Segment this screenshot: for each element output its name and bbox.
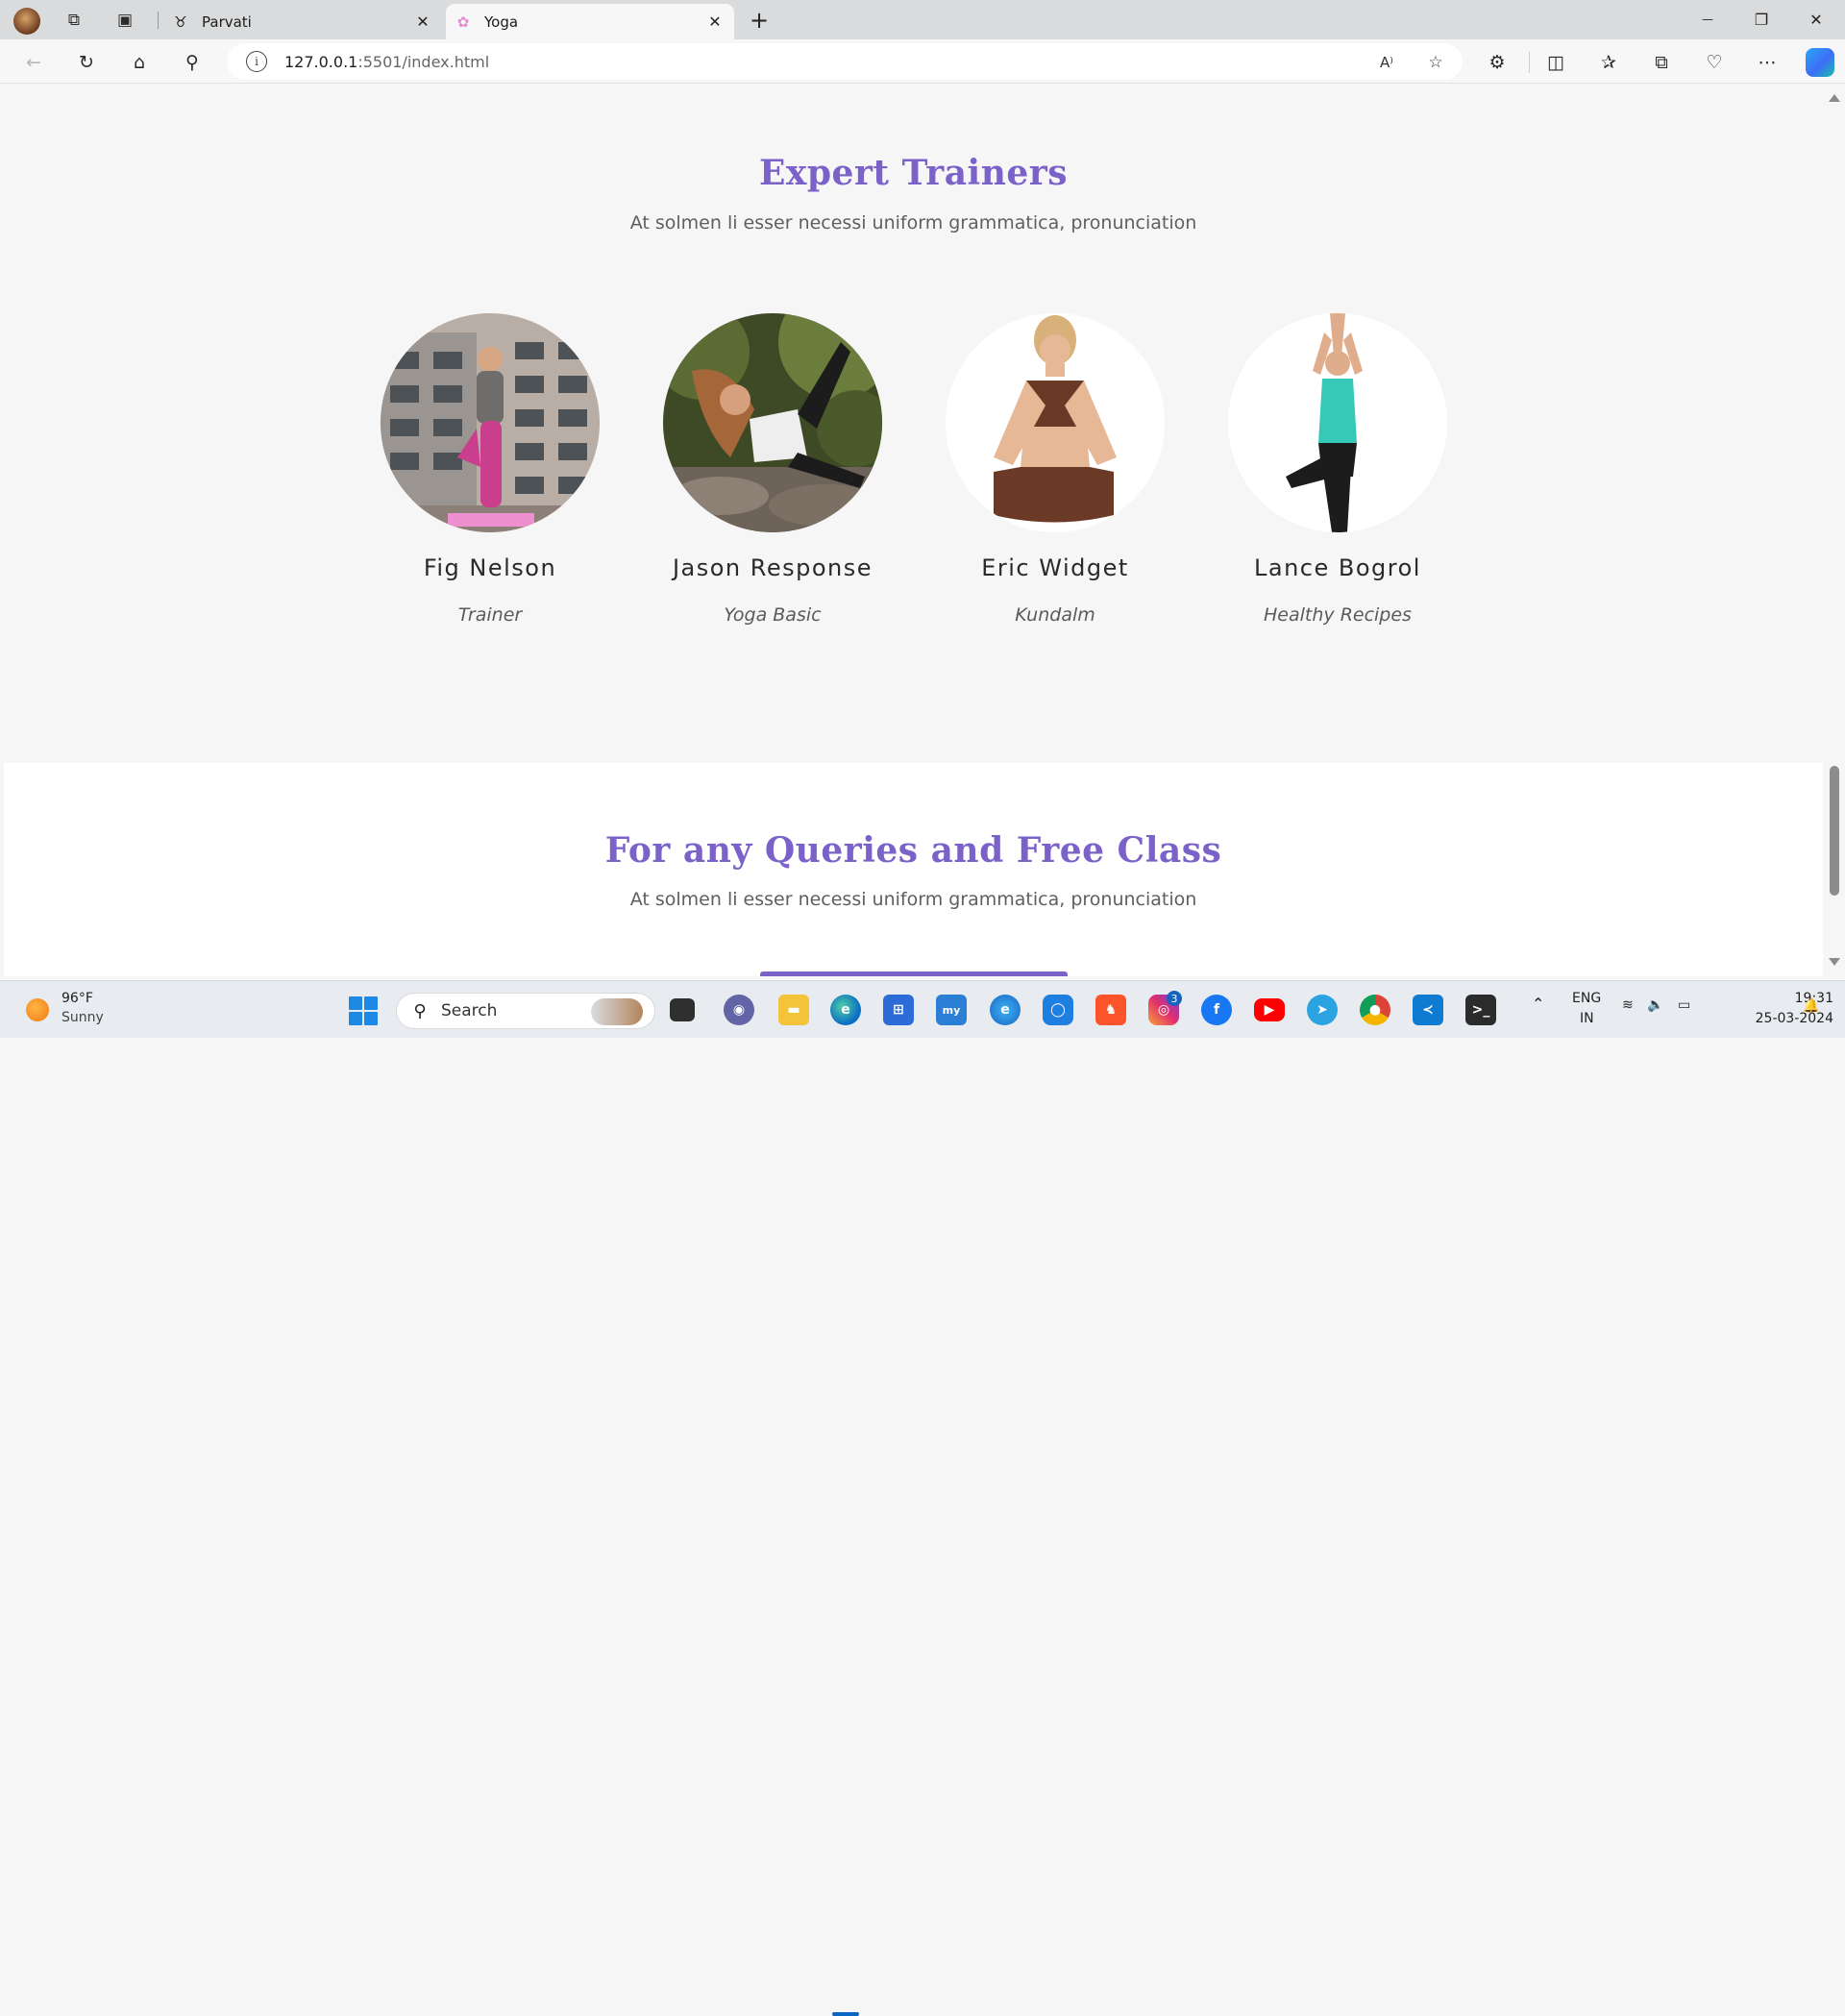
microsoft-store-icon[interactable]: ⊞: [883, 995, 914, 1025]
trainer-name: Jason Response: [672, 554, 873, 581]
trainer-role: Yoga Basic: [724, 604, 822, 626]
close-window-button[interactable]: ✕: [1789, 0, 1843, 38]
trainer-photo: [381, 313, 600, 532]
task-view-icon[interactable]: [670, 998, 695, 1021]
split-screen-icon[interactable]: ◫: [1542, 49, 1569, 76]
profile-avatar-icon[interactable]: [13, 8, 40, 35]
toolbar-separator: [1529, 52, 1530, 73]
form-top-bar: [760, 971, 1068, 976]
maximize-button[interactable]: ❐: [1734, 0, 1788, 38]
scroll-up-icon[interactable]: [1829, 94, 1840, 102]
trainer-photo: [946, 313, 1165, 532]
taskbar: 96°F Sunny ⚲ Search ◉ ▬ e ⊞ my e ◯ ♞ ◎ 3…: [0, 980, 1845, 2016]
page-scrollbar[interactable]: [1824, 84, 1845, 976]
youtube-icon[interactable]: ▶: [1254, 998, 1285, 1021]
section-subtitle: At solmen li esser necessi uniform gramm…: [629, 212, 1197, 234]
tab-title: Yoga: [484, 12, 519, 31]
show-hidden-icons-icon[interactable]: ⌃: [1532, 995, 1544, 1013]
cat-icon: ♉: [174, 12, 187, 31]
trainer-name: Eric Widget: [981, 554, 1129, 581]
trainer-role: Healthy Recipes: [1264, 604, 1412, 626]
back-icon[interactable]: ←: [20, 49, 47, 76]
myapp-icon[interactable]: my: [936, 995, 967, 1025]
trainer-name: Fig Nelson: [423, 554, 557, 581]
cortana-icon[interactable]: ◯: [1043, 995, 1073, 1025]
trainer-photo: [1228, 313, 1447, 532]
close-tab-icon[interactable]: ✕: [411, 11, 434, 34]
taskbar-search[interactable]: ⚲ Search: [396, 993, 655, 1029]
chrome-icon[interactable]: ●: [1360, 995, 1390, 1025]
search-highlight-image: [591, 998, 643, 1025]
facebook-icon[interactable]: f: [1201, 995, 1232, 1025]
more-icon[interactable]: ⋯: [1754, 49, 1781, 76]
notification-badge: 3: [1167, 991, 1182, 1006]
tab-separator: [158, 12, 159, 29]
tab-bar: ⧉ ▣ ♉ Parvati ✕ ✿ Yoga ✕ + — ❐ ✕: [0, 0, 1845, 39]
vscode-icon[interactable]: ≺: [1413, 995, 1443, 1025]
start-windows-icon[interactable]: [349, 996, 378, 1025]
queries-section: For any Queries and Free Class At solmen…: [4, 763, 1823, 976]
trainer-card: Eric Widget Kundalm: [945, 313, 1166, 626]
refresh-icon[interactable]: ↻: [73, 49, 100, 76]
wifi-icon[interactable]: ≋: [1622, 997, 1634, 1013]
home-icon[interactable]: ⌂: [126, 49, 153, 76]
volume-icon[interactable]: 🔈: [1647, 997, 1663, 1013]
favorite-star-icon[interactable]: ☆: [1423, 50, 1448, 75]
info-icon[interactable]: i: [246, 51, 267, 72]
teams-chat-icon[interactable]: ◉: [724, 995, 754, 1025]
weather-desc[interactable]: Sunny: [62, 1010, 104, 1025]
url-host: 127.0.0.1: [284, 52, 358, 71]
terminal-icon[interactable]: >_: [1465, 995, 1496, 1025]
trainer-name: Lance Bogrol: [1254, 554, 1421, 581]
vertical-tabs-icon[interactable]: ▣: [112, 8, 137, 33]
tab-yoga[interactable]: ✿ Yoga ✕: [446, 4, 734, 39]
trainer-card: Lance Bogrol Healthy Recipes: [1227, 313, 1448, 626]
browser-essentials-icon[interactable]: ♡: [1701, 49, 1728, 76]
battery-icon[interactable]: ▭: [1678, 997, 1690, 1013]
brave-browser-icon[interactable]: ♞: [1095, 995, 1126, 1025]
trainer-card: Jason Response Yoga Basic: [662, 313, 883, 626]
scroll-thumb[interactable]: [1830, 766, 1839, 896]
scroll-down-icon[interactable]: [1829, 958, 1840, 966]
read-aloud-icon[interactable]: A⁾: [1374, 50, 1399, 75]
browser-toolbar: ← ↻ ⌂ ⚲ i 127.0.0.1:5501/index.html A⁾ ☆…: [0, 39, 1845, 84]
close-tab-icon[interactable]: ✕: [703, 11, 726, 34]
section-title: Expert Trainers: [758, 153, 1069, 193]
active-app-indicator: [832, 2012, 859, 2016]
weather-temp[interactable]: 96°F: [62, 991, 93, 1006]
notifications-bell-icon[interactable]: 🔔: [1803, 998, 1819, 1014]
extensions-icon[interactable]: ⚙: [1484, 49, 1511, 76]
new-tab-button[interactable]: +: [746, 7, 773, 34]
telegram-icon[interactable]: ➤: [1307, 995, 1338, 1025]
section-title: For any Queries and Free Class: [604, 830, 1222, 871]
workspaces-icon[interactable]: ⧉: [62, 8, 86, 33]
page-viewport: Expert Trainers At solmen li esser neces…: [4, 84, 1823, 976]
favorites-icon[interactable]: ✰: [1595, 49, 1622, 76]
tab-title: Parvati: [202, 12, 252, 31]
edge-browser-icon[interactable]: e: [830, 995, 861, 1025]
section-subtitle: At solmen li esser necessi uniform gramm…: [629, 889, 1197, 910]
trainer-role: Kundalm: [1015, 604, 1095, 626]
minimize-button[interactable]: —: [1681, 0, 1734, 38]
language-bottom[interactable]: IN: [1580, 1011, 1594, 1026]
search-label: Search: [441, 1001, 498, 1020]
address-bar[interactable]: i 127.0.0.1:5501/index.html A⁾ ☆: [227, 43, 1463, 80]
url-text[interactable]: 127.0.0.1:5501/index.html: [284, 53, 489, 71]
language-top[interactable]: ENG: [1572, 991, 1601, 1006]
weather-sun-icon[interactable]: [26, 998, 49, 1021]
file-explorer-icon[interactable]: ▬: [778, 995, 809, 1025]
edge-dev-icon[interactable]: e: [990, 995, 1021, 1025]
copilot-icon[interactable]: [1806, 48, 1834, 77]
trainer-role: Trainer: [457, 604, 523, 626]
clock-time[interactable]: 19:31: [1749, 991, 1833, 1006]
collections-icon[interactable]: ⧉: [1648, 49, 1675, 76]
trainer-photo: [663, 313, 882, 532]
trainers-section: Expert Trainers At solmen li esser neces…: [4, 84, 1823, 763]
lotus-icon: ✿: [456, 12, 470, 31]
search-icon: ⚲: [413, 1000, 427, 1021]
tab-parvati[interactable]: ♉ Parvati ✕: [163, 4, 442, 39]
url-path: :5501/index.html: [357, 52, 490, 71]
search-icon[interactable]: ⚲: [179, 49, 206, 76]
trainer-card: Fig Nelson Trainer: [380, 313, 601, 626]
